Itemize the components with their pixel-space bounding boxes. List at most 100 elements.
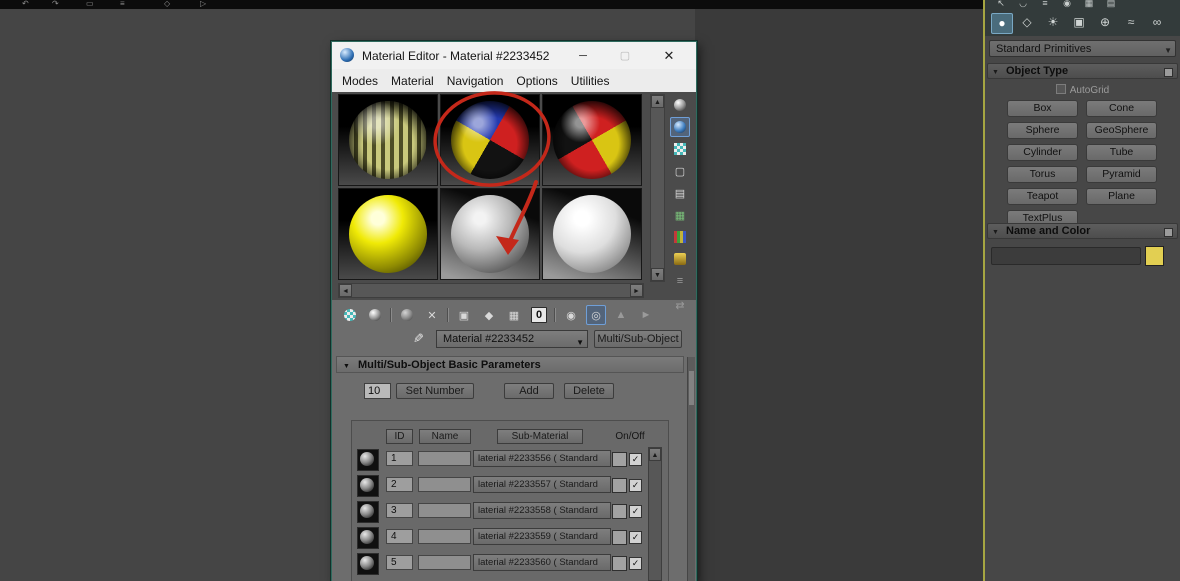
hierarchy-tab-icon[interactable]: ≡ — [1037, 0, 1053, 10]
sub-material-button[interactable]: laterial #2233556 ( Standard — [473, 450, 611, 467]
go-forward-to-sibling-icon[interactable]: ► — [636, 305, 656, 325]
sub-material-button[interactable]: laterial #2233559 ( Standard — [473, 528, 611, 545]
sub-material-color-swatch[interactable] — [612, 556, 627, 571]
utilities-tab-icon[interactable]: ▤ — [1103, 0, 1119, 10]
lights-category-icon[interactable]: ☀ — [1043, 13, 1063, 32]
material-name-dropdown[interactable]: Material #2233452 ▼ — [436, 330, 588, 348]
motion-tab-icon[interactable]: ◉ — [1059, 0, 1075, 10]
autogrid-checkbox[interactable] — [1055, 84, 1066, 94]
put-material-to-scene-icon[interactable] — [365, 305, 385, 325]
row-name-input[interactable] — [418, 451, 471, 466]
sub-material-thumbnail[interactable] — [357, 527, 379, 549]
space-warps-category-icon[interactable]: ≈ — [1121, 13, 1141, 32]
scrollbar-thumb[interactable] — [689, 371, 694, 405]
options-icon[interactable] — [670, 227, 690, 247]
material-map-navigator-icon[interactable]: ≡ — [670, 271, 690, 291]
assign-material-to-selection-icon[interactable] — [397, 305, 417, 325]
geosphere-button[interactable]: GeoSphere — [1086, 122, 1157, 139]
display-tab-icon[interactable]: ▦ — [1081, 0, 1097, 10]
tube-button[interactable]: Tube — [1086, 144, 1157, 161]
menu-modes[interactable]: Modes — [342, 74, 378, 88]
redo-icon[interactable]: ↷ — [52, 0, 59, 8]
sample-vertical-scrollbar[interactable]: ▲ ▼ — [650, 94, 665, 282]
close-button[interactable]: ✕ — [660, 47, 678, 65]
modify-tab-icon[interactable]: ◡ — [1015, 0, 1031, 10]
sample-slot-gray[interactable] — [440, 188, 540, 280]
reset-map-icon[interactable]: ✕ — [422, 305, 442, 325]
shapes-category-icon[interactable]: ◇ — [1017, 13, 1037, 32]
scene-icon[interactable]: ▭ — [86, 0, 94, 8]
row-enable-checkbox[interactable]: ✓ — [629, 453, 642, 466]
row-name-input[interactable] — [418, 503, 471, 518]
window-scrollbar[interactable] — [687, 357, 695, 581]
sample-uv-tiling-icon[interactable]: ▢ — [670, 161, 690, 181]
torus-button[interactable]: Torus — [1007, 166, 1078, 183]
make-material-copy-icon[interactable]: ▣ — [454, 305, 474, 325]
table-scrollbar[interactable]: ▲ — [648, 447, 662, 581]
row-enable-checkbox[interactable]: ✓ — [629, 479, 642, 492]
sphere-button[interactable]: Sphere — [1007, 122, 1078, 139]
cone-button[interactable]: Cone — [1086, 100, 1157, 117]
plane-button[interactable]: Plane — [1086, 188, 1157, 205]
menu-utilities[interactable]: Utilities — [571, 74, 610, 88]
name-and-color-rollout-header[interactable]: ▼ Name and Color — [987, 223, 1178, 239]
pyramid-button[interactable]: Pyramid — [1086, 166, 1157, 183]
pick-material-eyedropper-icon[interactable]: ✎ — [409, 333, 425, 344]
material-type-button[interactable]: Multi/Sub-Object — [594, 330, 682, 348]
scroll-up-icon[interactable]: ▲ — [649, 448, 661, 461]
put-to-library-icon[interactable]: ▦ — [504, 305, 524, 325]
minimize-button[interactable]: ─ — [574, 47, 592, 65]
sample-slot-striped[interactable] — [338, 94, 438, 186]
row-name-input[interactable] — [418, 477, 471, 492]
scroll-up-icon[interactable]: ▲ — [651, 95, 664, 108]
create-tab-icon[interactable]: ↖ — [993, 0, 1009, 10]
shape-icon[interactable]: ◇ — [164, 0, 170, 8]
object-color-swatch[interactable] — [1145, 246, 1164, 266]
sub-material-button[interactable]: laterial #2233560 ( Standard — [473, 554, 611, 571]
cylinder-button[interactable]: Cylinder — [1007, 144, 1078, 161]
menu-icon[interactable]: ≡ — [120, 0, 125, 8]
compare-icon[interactable]: ⇄ — [670, 295, 690, 315]
set-number-button[interactable]: Set Number — [396, 383, 474, 399]
scroll-right-icon[interactable]: ► — [630, 284, 643, 297]
window-title-bar[interactable]: Material Editor - Material #2233452 ─ ▢ … — [332, 42, 696, 70]
sub-material-thumbnail[interactable] — [357, 449, 379, 471]
object-type-rollout-header[interactable]: ▼ Object Type — [987, 63, 1178, 79]
sort-by-id-button[interactable]: ID — [386, 429, 413, 444]
sample-horizontal-scrollbar[interactable]: ◄ ► — [338, 283, 644, 298]
make-unique-icon[interactable]: ◆ — [479, 305, 499, 325]
maximize-button[interactable]: ▢ — [616, 47, 634, 65]
scroll-down-icon[interactable]: ▼ — [651, 268, 664, 281]
row-enable-checkbox[interactable]: ✓ — [629, 531, 642, 544]
cameras-category-icon[interactable]: ▣ — [1069, 13, 1089, 32]
sample-type-icon[interactable] — [670, 95, 690, 115]
menu-options[interactable]: Options — [516, 74, 557, 88]
basic-parameters-rollout-header[interactable]: ▼ Multi/Sub-Object Basic Parameters — [336, 356, 684, 373]
rollout-pin-icon[interactable] — [1164, 68, 1173, 77]
row-enable-checkbox[interactable]: ✓ — [629, 505, 642, 518]
menu-material[interactable]: Material — [391, 74, 434, 88]
sub-material-thumbnail[interactable] — [357, 501, 379, 523]
show-end-result-icon[interactable]: ◎ — [586, 305, 606, 325]
video-color-check-icon[interactable]: ▤ — [670, 183, 690, 203]
play-icon[interactable]: ▷ — [200, 0, 206, 8]
primitives-dropdown[interactable]: Standard Primitives ▼ — [989, 40, 1176, 57]
sample-slot-white[interactable] — [542, 188, 642, 280]
delete-button[interactable]: Delete — [564, 383, 614, 399]
sample-slot-yellow[interactable] — [338, 188, 438, 280]
systems-category-icon[interactable]: ∞ — [1147, 13, 1167, 32]
object-name-input[interactable] — [991, 247, 1141, 265]
teapot-button[interactable]: Teapot — [1007, 188, 1078, 205]
sub-material-color-swatch[interactable] — [612, 452, 627, 467]
go-to-parent-icon[interactable]: ▲ — [611, 305, 631, 325]
geometry-category-icon[interactable]: ● — [991, 13, 1013, 34]
sub-material-color-swatch[interactable] — [612, 530, 627, 545]
select-by-material-icon[interactable] — [670, 249, 690, 269]
sample-slot-multicolor-1[interactable] — [440, 94, 540, 186]
sub-material-color-swatch[interactable] — [612, 478, 627, 493]
sort-by-submaterial-button[interactable]: Sub-Material — [497, 429, 583, 444]
rollout-pin-icon[interactable] — [1164, 228, 1173, 237]
sub-material-thumbnail[interactable] — [357, 475, 379, 497]
material-count-field[interactable]: 10 — [364, 383, 391, 399]
sub-material-button[interactable]: laterial #2233557 ( Standard — [473, 476, 611, 493]
